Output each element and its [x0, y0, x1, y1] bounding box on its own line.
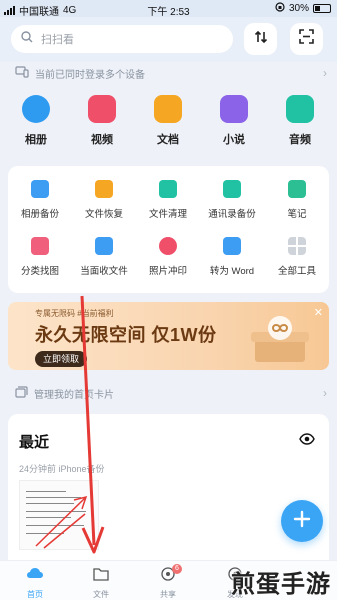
document-icon — [154, 95, 182, 123]
contacts-backup-icon — [223, 180, 241, 198]
category-video[interactable]: 视频 — [75, 95, 129, 147]
recent-title: 最近 — [19, 434, 50, 451]
tool-word-convert[interactable]: 转为 Word — [200, 237, 264, 277]
status-bar: 中国联通 4G 下午 2:53 30% — [0, 0, 337, 18]
tool-label: 笔记 — [287, 209, 307, 220]
category-album[interactable]: 相册 — [9, 95, 63, 147]
manage-cards-text: 管理我的首页卡片 — [34, 389, 114, 401]
banner-tag: 专属无限码 #当前福利 — [35, 309, 114, 318]
recent-subtitle: 24分钟前 iPhone备份 — [19, 464, 105, 474]
chevron-right-icon: › — [323, 386, 327, 400]
manage-cards-link[interactable]: 管理我的首页卡片 › — [15, 385, 327, 401]
audio-icon — [286, 95, 314, 123]
video-icon — [88, 95, 116, 123]
close-icon[interactable]: ✕ — [314, 306, 323, 319]
devices-text: 当前已同时登录多个设备 — [35, 69, 145, 81]
tools-card: 相册备份 文件恢复 文件清理 通讯录备份 笔记 分类找图 当面收文件 照片冲印 … — [8, 166, 329, 293]
tool-file-restore[interactable]: 文件恢复 — [72, 180, 136, 220]
word-convert-icon — [223, 237, 241, 255]
tool-label: 当面收文件 — [80, 266, 128, 277]
tab-home[interactable]: 首页 — [5, 566, 65, 600]
tab-files[interactable]: 文件 — [71, 566, 131, 600]
tool-label: 通讯录备份 — [208, 209, 256, 220]
multi-device-notice[interactable]: 当前已同时登录多个设备 › — [15, 65, 327, 81]
category-label: 文档 — [157, 134, 179, 146]
devices-icon — [15, 65, 29, 81]
banner-headline: 永久无限空间 仅1W份 — [35, 325, 217, 345]
tool-all-tools[interactable]: 全部工具 — [265, 237, 329, 277]
file-clean-icon — [159, 180, 177, 198]
home-icon — [26, 568, 44, 586]
scan-button[interactable] — [290, 23, 323, 55]
sort-button[interactable] — [244, 23, 277, 55]
tool-label: 全部工具 — [277, 266, 316, 277]
category-label: 相册 — [25, 134, 47, 146]
file-restore-icon — [95, 180, 113, 198]
receive-file-icon — [95, 237, 113, 255]
novel-icon — [220, 95, 248, 123]
album-icon — [22, 95, 50, 123]
search-placeholder: 扫扫看 — [41, 34, 74, 46]
promo-banner[interactable]: 专属无限码 #当前福利 永久无限空间 仅1W份 立即领取 ✕ — [8, 302, 329, 370]
plus-icon — [293, 510, 311, 533]
notes-icon — [288, 180, 306, 198]
tool-notes[interactable]: 笔记 — [265, 180, 329, 220]
eye-icon[interactable] — [299, 432, 315, 450]
tool-label: 文件恢复 — [84, 209, 123, 220]
search-input[interactable]: 扫扫看 — [11, 25, 233, 53]
gift-box-icon — [249, 314, 311, 364]
scan-icon — [299, 29, 314, 49]
recent-card: 最近 24分钟前 iPhone备份 — [8, 414, 329, 564]
recent-file-thumbnail[interactable] — [19, 480, 99, 550]
category-row: 相册 视频 文档 小说 音频 — [0, 95, 337, 155]
category-label: 小说 — [223, 134, 245, 146]
category-label: 音频 — [289, 134, 311, 146]
tool-find-photo[interactable]: 分类找图 — [8, 237, 72, 277]
tool-label: 转为 Word — [209, 266, 255, 277]
tool-file-clean[interactable]: 文件清理 — [136, 180, 200, 220]
category-label: 视频 — [91, 134, 113, 146]
category-audio[interactable]: 音频 — [273, 95, 327, 147]
category-document[interactable]: 文档 — [141, 95, 195, 147]
tab-label: 文件 — [93, 590, 109, 599]
find-photo-icon — [31, 237, 49, 255]
tool-label: 文件清理 — [148, 209, 187, 220]
top-bar: 扫扫看 — [0, 17, 337, 62]
tab-label: 共享 — [160, 590, 176, 599]
photo-print-icon — [159, 237, 177, 255]
battery-percent: 30% — [288, 3, 309, 14]
tab-label: 首页 — [27, 590, 43, 599]
tool-album-backup[interactable]: 相册备份 — [8, 180, 72, 220]
chevron-right-icon: › — [323, 66, 327, 80]
category-novel[interactable]: 小说 — [207, 95, 261, 147]
tool-contacts-backup[interactable]: 通讯录备份 — [200, 180, 264, 220]
add-button[interactable] — [281, 500, 323, 542]
tool-receive-file[interactable]: 当面收文件 — [72, 237, 136, 277]
rotation-lock-icon — [275, 2, 285, 15]
tool-label: 相册备份 — [20, 209, 59, 220]
battery-icon — [313, 4, 331, 13]
all-tools-icon — [288, 237, 306, 255]
tool-label: 照片冲印 — [148, 266, 187, 277]
tool-label: 分类找图 — [20, 266, 59, 277]
share-badge: 6 — [172, 564, 182, 574]
sort-icon — [254, 30, 268, 49]
tool-photo-print[interactable]: 照片冲印 — [136, 237, 200, 277]
watermark: 煎蛋手游 — [231, 571, 331, 598]
claim-button[interactable]: 立即领取 — [35, 351, 88, 367]
folder-icon — [92, 568, 110, 586]
tab-share[interactable]: 6 共享 — [138, 564, 198, 600]
search-icon — [21, 30, 33, 48]
cards-icon — [15, 385, 28, 401]
album-backup-icon — [31, 180, 49, 198]
